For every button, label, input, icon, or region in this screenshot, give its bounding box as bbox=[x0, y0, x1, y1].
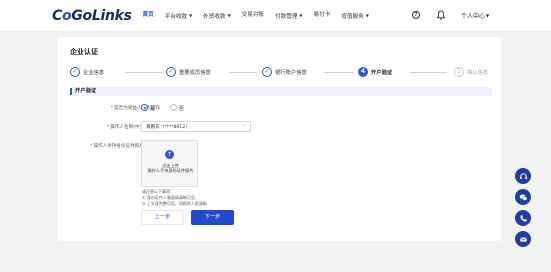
logo-text-2: o bbox=[61, 8, 72, 24]
section-accent-bar bbox=[70, 88, 72, 95]
headset-icon bbox=[519, 172, 527, 179]
menu-label: 付款管理 bbox=[275, 14, 298, 20]
page-title: 企业认证 bbox=[70, 48, 98, 56]
wechat-button[interactable] bbox=[515, 189, 531, 205]
mail-icon bbox=[519, 237, 527, 242]
step-label: 企业信息 bbox=[83, 70, 105, 76]
main-menu: 首页 平台收款 ▼ 外贸收款 ▼ 交易对账 付款管理 ▼ 易付卡 增值服务 ▼ bbox=[137, 0, 374, 32]
menu-label: 外贸收款 bbox=[203, 14, 226, 20]
step-connector bbox=[324, 72, 354, 73]
menu-item-trade-receipts[interactable]: 外贸收款 ▼ bbox=[198, 0, 236, 32]
step-label: 开户验证 bbox=[371, 70, 393, 76]
step-number: 4 bbox=[358, 67, 368, 77]
wechat-icon bbox=[519, 193, 527, 201]
logo-text-1: C bbox=[52, 8, 62, 24]
menu-label: 易付卡 bbox=[313, 12, 331, 18]
prev-step-button[interactable]: 上一步 bbox=[141, 210, 184, 225]
menu-item-payment-card[interactable]: 易付卡 bbox=[308, 0, 336, 32]
phone-icon bbox=[519, 214, 527, 222]
upload-notes: 请注意以下事项： ① 身份证件人像面请清晰可见 ② 上半身完整可见，同框的人脸清… bbox=[142, 189, 207, 207]
logo[interactable]: CoGoLinks bbox=[52, 8, 132, 24]
user-center-label: 个人中心 bbox=[461, 13, 486, 20]
operator-name-select[interactable]: 黄鹏东（****8012） ⌄ bbox=[141, 121, 251, 132]
bell-icon[interactable] bbox=[437, 10, 445, 20]
section-header: 开户验证 bbox=[70, 87, 492, 96]
menu-label: 交易对账 bbox=[241, 12, 265, 18]
menu-label: 首页 bbox=[142, 12, 154, 18]
step-confirm-info: 5 确认信息 bbox=[454, 67, 488, 77]
required-mark: * bbox=[110, 106, 114, 111]
menu-item-payment-management[interactable]: 付款管理 ▼ bbox=[270, 0, 308, 32]
required-mark: * bbox=[106, 125, 110, 130]
radio-no-label[interactable]: 否 bbox=[179, 105, 184, 112]
caret-down-icon: ▼ bbox=[486, 13, 490, 18]
step-connector bbox=[125, 72, 162, 73]
step-company-info: ✓ 企业信息 bbox=[70, 67, 104, 77]
upload-hint-detail: 操作人手持身份证件照片 bbox=[147, 168, 194, 173]
radio-yes[interactable] bbox=[141, 104, 148, 111]
step-connector bbox=[410, 72, 447, 73]
mail-button[interactable] bbox=[515, 231, 531, 247]
id-photo-label: *操作人手持身份证件照片 bbox=[70, 143, 144, 149]
check-icon: ✓ bbox=[262, 67, 272, 77]
step-label: 确认信息 bbox=[467, 70, 489, 76]
menu-item-platform-receipts[interactable]: 平台收款 ▼ bbox=[159, 0, 197, 32]
chevron-down-icon: ⌄ bbox=[242, 123, 246, 128]
radio-yes-label[interactable]: 是 bbox=[150, 105, 155, 112]
section-title: 开户验证 bbox=[75, 88, 97, 94]
check-icon: ✓ bbox=[70, 67, 80, 77]
user-center-menu[interactable]: 个人中心▼ bbox=[461, 0, 489, 32]
menu-item-home[interactable]: 首页 bbox=[137, 0, 159, 32]
id-photo-upload[interactable]: ↑ 点击上传 操作人手持身份证件照片 bbox=[141, 140, 198, 187]
step-bank-account: ✓ 银行账户信息 bbox=[262, 67, 307, 77]
note-item: ② 上半身完整可见，同框的人脸清晰 bbox=[142, 201, 207, 206]
upload-icon: ↑ bbox=[165, 150, 174, 159]
logo-text-3: GoLinks bbox=[71, 8, 132, 24]
step-label: 重要成员信息 bbox=[179, 70, 211, 76]
check-icon: ✓ bbox=[166, 67, 176, 77]
caret-down-icon: ▼ bbox=[227, 13, 231, 18]
caret-down-icon: ▼ bbox=[299, 13, 303, 18]
step-account-verification: 4 开户验证 bbox=[358, 67, 392, 77]
caret-down-icon: ▼ bbox=[189, 13, 193, 18]
step-label: 银行账户信息 bbox=[275, 70, 307, 76]
step-number: 5 bbox=[454, 67, 464, 77]
radio-no[interactable] bbox=[170, 104, 177, 111]
next-step-button[interactable]: 下一步 bbox=[191, 210, 234, 225]
top-navigation: CoGoLinks 首页 平台收款 ▼ 外贸收款 ▼ 交易对账 付款管理 ▼ 易付卡 … bbox=[0, 0, 551, 32]
caret-down-icon: ▼ bbox=[365, 13, 369, 18]
label-text: 操作人手持身份证件照片 bbox=[93, 144, 144, 149]
menu-label: 平台收款 bbox=[164, 14, 188, 20]
verification-card: 企业认证 ✓ 企业信息 ✓ 重要成员信息 ✓ 银行账户信息 4 开户验证 5 确… bbox=[58, 37, 501, 241]
menu-item-reconciliation[interactable]: 交易对账 bbox=[236, 0, 269, 32]
step-connector bbox=[229, 72, 257, 73]
menu-item-value-added[interactable]: 增值服务 ▼ bbox=[336, 0, 374, 32]
step-key-members: ✓ 重要成员信息 bbox=[166, 67, 211, 77]
help-icon[interactable]: ? bbox=[412, 11, 420, 19]
customer-service-button[interactable] bbox=[515, 168, 531, 184]
operator-name-label: *操作人名称(中文) bbox=[72, 124, 146, 130]
phone-button[interactable] bbox=[515, 210, 531, 226]
menu-label: 增值服务 bbox=[341, 14, 364, 20]
select-value: 黄鹏东（****8012） bbox=[146, 124, 190, 130]
